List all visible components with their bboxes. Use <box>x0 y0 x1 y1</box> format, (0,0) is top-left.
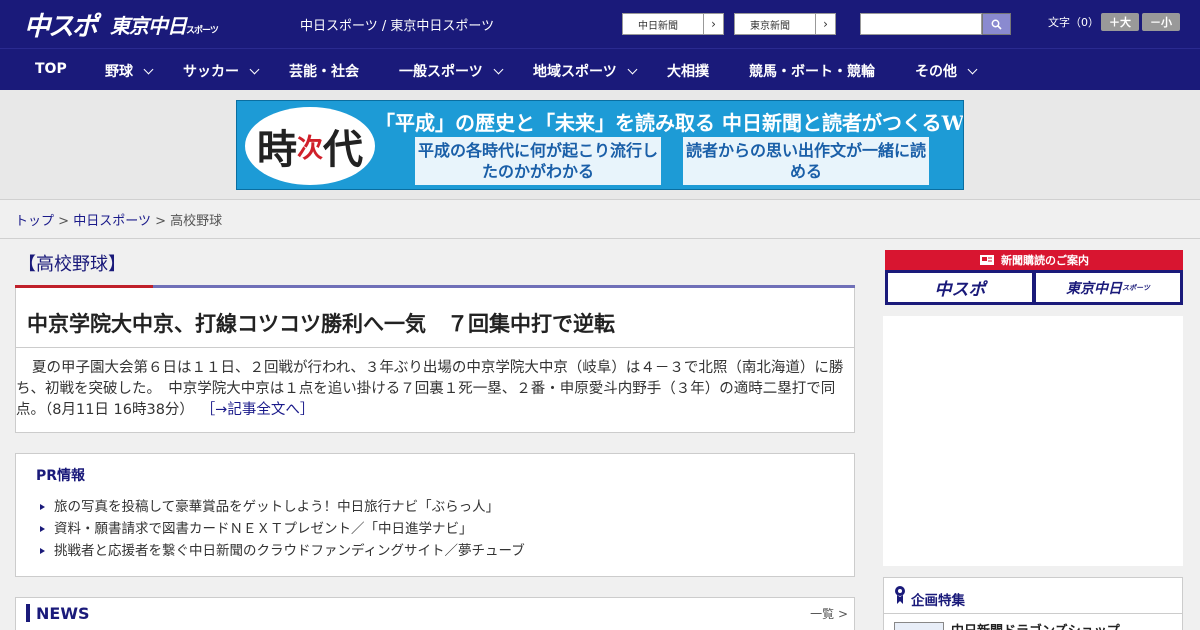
feature-title: 企画特集 <box>911 593 965 609</box>
chunichi-shimbun-label: 中日新聞 <box>638 20 678 32</box>
nav-item-sumo[interactable]: 大相撲 <box>667 61 709 81</box>
site-names: 中日スポーツ / 東京中日スポーツ <box>300 19 495 34</box>
article-summary: 夏の甲子園大会第６日は１１日、２回戦が行われ、３年ぶり出場の中京学院大中京（岐阜… <box>16 360 844 418</box>
feature-thumbnail[interactable] <box>894 622 944 630</box>
triangle-bullet-icon <box>40 526 45 532</box>
breadcrumb-section[interactable]: 中日スポーツ <box>73 214 151 229</box>
font-smaller-button[interactable]: －小 <box>1142 13 1180 31</box>
nav-item-racing[interactable]: 競馬・ボート・競輪 <box>749 61 875 81</box>
feature-item[interactable]: 中日新聞ドラゴンズショップ <box>951 620 1120 630</box>
breadcrumb: トップ > 中日スポーツ > 高校野球 <box>15 210 222 229</box>
search-button[interactable] <box>982 13 1011 35</box>
chevron-down-icon <box>493 64 504 75</box>
newspaper-icon <box>980 255 994 265</box>
breadcrumb-top[interactable]: トップ <box>15 214 54 229</box>
breadcrumb-current: 高校野球 <box>170 214 223 229</box>
pr-title: PR情報 <box>36 468 86 484</box>
search-input[interactable] <box>860 13 982 35</box>
chevron-down-icon <box>249 64 260 75</box>
banner-headline: 「平成」の歴史と「未来」を読み取る 中日新聞と読者がつくるWebサイト <box>375 111 963 135</box>
chevron-down-icon <box>967 64 978 75</box>
logo-tokyo-chunichi: 東京中日スポーツ <box>110 13 219 38</box>
pr-item[interactable]: 挑戦者と応援者を繋ぐ中日新聞のクラウドファンディングサイト／夢チューブ <box>40 539 525 559</box>
feature-section: 企画特集 中日新聞ドラゴンズショップ <box>883 577 1183 630</box>
triangle-bullet-icon <box>40 548 45 554</box>
divider <box>0 238 1200 239</box>
sidebar-ad-slot[interactable] <box>883 316 1183 566</box>
ad-banner-area: 時次代 「平成」の歴史と「未来」を読み取る 中日新聞と読者がつくるWebサイト … <box>0 90 1200 200</box>
divider <box>884 613 1182 614</box>
pr-section: PR情報 旅の写真を投稿して豪華賞品をゲットしよう！中日旅行ナビ「ぶらっ人」 資… <box>15 453 855 577</box>
triangle-bullet-icon <box>40 504 45 510</box>
article-card: 中京学院大中京、打線コツコツ勝利へ一気 ７回集中打で逆転 夏の甲子園大会第６日は… <box>15 288 855 433</box>
nav-item-entertainment[interactable]: 芸能・社会 <box>289 61 359 81</box>
nav-item-soccer[interactable]: サッカー <box>183 61 260 81</box>
site-logo[interactable]: 中スポ 東京中日スポーツ <box>24 8 219 42</box>
nav-item-other[interactable]: その他 <box>915 61 978 81</box>
news-section: NEWS 一覧 > <box>15 597 855 630</box>
read-full-article-link[interactable]: ［→記事全文へ］ <box>208 402 314 418</box>
nav-item-regional-sports[interactable]: 地域スポーツ <box>533 61 638 81</box>
pr-item[interactable]: 資料・願書請求で図書カードＮＥＸＴプレゼント／「中日進学ナビ」 <box>40 517 473 537</box>
subscribe-chunichi-sports-button[interactable]: 中スポ <box>888 273 1032 302</box>
pr-item[interactable]: 旅の写真を投稿して豪華賞品をゲットしよう！中日旅行ナビ「ぶらっ人」 <box>40 495 499 515</box>
font-larger-button[interactable]: ＋大 <box>1101 13 1139 31</box>
logo-chunichi-sports: 中スポ <box>24 11 98 42</box>
chunichi-shimbun-link[interactable]: 中日新聞 › <box>622 13 724 35</box>
chevron-right-icon: › <box>815 14 835 34</box>
tokyo-shimbun-link[interactable]: 東京新聞 › <box>734 13 836 35</box>
chevron-right-icon: › <box>703 14 723 34</box>
chevron-down-icon <box>627 64 638 75</box>
subscription-options: 中スポ 東京中日 スポーツ <box>885 270 1183 305</box>
tokyo-shimbun-label: 東京新聞 <box>750 20 790 32</box>
site-header: 中スポ 東京中日スポーツ 中日スポーツ / 東京中日スポーツ 中日新聞 › 東京… <box>0 0 1200 48</box>
nav-item-general-sports[interactable]: 一般スポーツ <box>399 61 504 81</box>
font-size-label: 文字（0） <box>1048 16 1099 29</box>
nav-item-baseball[interactable]: 野球 <box>105 61 154 81</box>
category-heading: 【高校野球】 <box>18 254 126 275</box>
section-marker <box>26 604 30 622</box>
jijidai-ad-banner[interactable]: 時次代 「平成」の歴史と「未来」を読み取る 中日新聞と読者がつくるWebサイト … <box>236 100 964 190</box>
banner-box-essays: 読者からの思い出作文が一緒に読める <box>683 137 929 185</box>
jijidai-logo: 時次代 <box>245 107 375 185</box>
breadcrumb-separator: > <box>155 214 166 229</box>
award-ribbon-icon <box>895 586 905 604</box>
search-box <box>860 13 1011 35</box>
main-nav: TOP 野球 サッカー 芸能・社会 一般スポーツ 地域スポーツ 大相撲 競馬・ボ… <box>0 48 1200 90</box>
subscription-title: 新聞購読のご案内 <box>1001 254 1089 267</box>
divider <box>16 347 854 348</box>
subscribe-tokyo-chunichi-button[interactable]: 東京中日 スポーツ <box>1036 273 1180 302</box>
chevron-down-icon <box>143 64 154 75</box>
breadcrumb-separator: > <box>58 214 70 229</box>
subscription-header[interactable]: 新聞購読のご案内 <box>885 250 1183 270</box>
article-title: 中京学院大中京、打線コツコツ勝利へ一気 ７回集中打で逆転 <box>27 312 615 336</box>
banner-box-history: 平成の各時代に何が起こり流行したのかがわかる <box>415 137 661 185</box>
nav-item-top[interactable]: TOP <box>35 61 67 77</box>
search-icon <box>991 19 1002 30</box>
news-title: NEWS <box>36 604 90 623</box>
news-more-link[interactable]: 一覧 > <box>810 605 848 622</box>
